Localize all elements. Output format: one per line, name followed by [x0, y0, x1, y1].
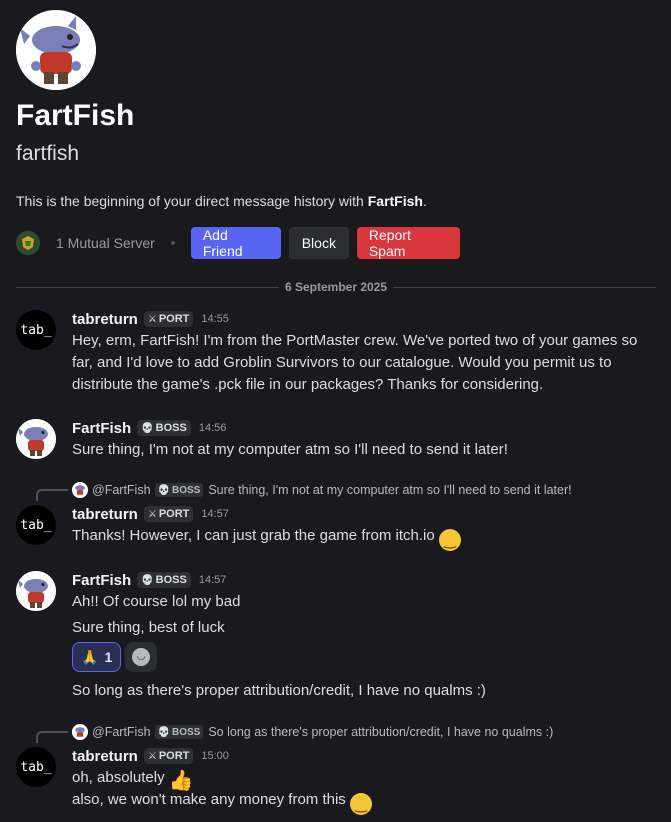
message-content: Sure thing, best of luck [72, 619, 225, 636]
reply-author[interactable]: @FartFish [92, 725, 151, 739]
message-content: Sure thing, I'm not at my computer atm s… [72, 441, 508, 458]
fartfish-avatar[interactable] [16, 571, 56, 611]
message-text: oh, absolutely [72, 769, 165, 786]
message-text: Thanks! However, I can just grab the gam… [72, 527, 435, 544]
message-header: tabreturn ⚔ PORT 14:55 [72, 308, 229, 330]
avatar-text: tab_ [20, 322, 52, 338]
reaction-pray[interactable]: 🙏 1 [72, 642, 122, 672]
author-name[interactable]: tabreturn [72, 311, 138, 328]
role-tag[interactable]: 💀 BOSS [137, 572, 191, 588]
message-content: Hey, erm, FartFish! I'm from the PortMas… [72, 332, 638, 393]
role-tag[interactable]: ⚔ PORT [143, 506, 194, 522]
dm-profile-header: FartFish fartfish This is the beginning … [16, 10, 656, 259]
profile-actions: 1 Mutual Server Add Friend Block Report … [16, 227, 656, 259]
timestamp: 14:57 [201, 508, 229, 520]
reply-author[interactable]: @FartFish [92, 483, 151, 497]
add-friend-button[interactable]: Add Friend [190, 227, 281, 259]
server-icon[interactable] [16, 231, 40, 255]
fartfish-avatar-large[interactable] [16, 10, 96, 90]
fish-avatar-icon [16, 419, 56, 459]
fartfish-mini-avatar [72, 482, 88, 498]
reaction-count: 1 [104, 649, 113, 665]
skull-icon: 💀 [141, 574, 154, 586]
fish-avatar-icon [16, 10, 96, 90]
reply-preview[interactable]: @FartFish 💀 BOSS So long as there's prope… [72, 723, 553, 741]
tabreturn-avatar[interactable]: tab_ [16, 747, 56, 787]
timestamp: 14:55 [201, 313, 229, 325]
tag-label: PORT [158, 508, 190, 520]
intro-name: FartFish [367, 193, 423, 209]
smile-plus-icon: ◡ [132, 648, 151, 666]
dm-intro-text: This is the beginning of your direct mes… [16, 191, 656, 211]
message-header: FartFish 💀 BOSS 14:57 [72, 569, 226, 591]
reply-role-tag: 💀 BOSS [154, 483, 204, 497]
role-tag[interactable]: 💀 BOSS [137, 420, 191, 436]
message-header: FartFish 💀 BOSS 14:56 [72, 417, 226, 439]
mutual-servers-link[interactable]: 1 Mutual Server [56, 235, 155, 251]
tabreturn-avatar[interactable]: tab_ [16, 505, 56, 545]
profile-display-name: FartFish [16, 99, 135, 132]
timestamp: 14:57 [198, 574, 227, 586]
message-content: Thanks! However, I can just grab the gam… [72, 525, 652, 551]
slight-smile-emoji-icon: ‿ [438, 529, 461, 551]
message-content: So long as there's proper attribution/cr… [72, 682, 486, 699]
message-header: tabreturn ⚔ PORT 14:57 [72, 503, 229, 525]
divider-line [393, 286, 656, 288]
role-tag[interactable]: ⚔ PORT [143, 311, 194, 327]
reply-text: Sure thing, I'm not at my computer atm s… [208, 483, 572, 497]
reply-tag-label: BOSS [171, 484, 201, 496]
reply-role-tag: 💀 BOSS [154, 725, 204, 739]
intro-prefix: This is the beginning of your direct mes… [16, 193, 368, 209]
timestamp: 14:56 [198, 422, 227, 434]
message-header: tabreturn ⚔ PORT 15:00 [72, 745, 229, 767]
divider-date: 6 September 2025 [284, 280, 388, 294]
reply-tag-label: BOSS [171, 726, 201, 738]
tag-label: PORT [158, 313, 190, 325]
message-content: Ah!! Of course lol my bad [72, 593, 241, 610]
avatar-text: tab_ [20, 517, 52, 533]
avatar-text: tab_ [20, 759, 52, 775]
tabreturn-avatar[interactable]: tab_ [16, 310, 56, 350]
reactions-bar: 🙏 1 ◡ [72, 642, 158, 672]
author-name[interactable]: FartFish [72, 420, 131, 437]
report-spam-button[interactable]: Report Spam [356, 227, 460, 259]
author-name[interactable]: tabreturn [72, 506, 138, 523]
reply-text: So long as there's proper attribution/cr… [208, 725, 554, 739]
skull-icon: 💀 [157, 484, 170, 496]
sword-icon: ⚔ [147, 313, 157, 325]
divider-line [16, 286, 279, 288]
add-reaction-button[interactable]: ◡ [125, 642, 158, 672]
reply-spine [36, 489, 68, 501]
tag-label: BOSS [155, 574, 187, 586]
message-text: also, we won't make any money from this [72, 791, 346, 808]
fartfish-avatar[interactable] [16, 419, 56, 459]
block-button[interactable]: Block [288, 227, 349, 259]
role-tag[interactable]: ⚔ PORT [143, 748, 194, 764]
timestamp: 15:00 [201, 750, 229, 762]
pray-emoji-icon: 🙏 [81, 648, 99, 665]
author-name[interactable]: FartFish [72, 572, 131, 589]
profile-username: fartfish [16, 142, 80, 165]
tag-label: BOSS [155, 422, 187, 434]
reply-spine [36, 731, 68, 743]
tag-label: PORT [158, 750, 190, 762]
reply-preview[interactable]: @FartFish 💀 BOSS Sure thing, I'm not at m… [72, 481, 572, 499]
sword-icon: ⚔ [147, 508, 157, 520]
message-content: also, we won't make any money from this … [72, 789, 652, 815]
date-divider: 6 September 2025 [16, 279, 656, 295]
skull-icon: 💀 [157, 726, 170, 738]
sword-icon: ⚔ [147, 750, 157, 762]
fish-avatar-icon [16, 571, 56, 611]
author-name[interactable]: tabreturn [72, 748, 138, 765]
separator-dot [170, 241, 175, 245]
fartfish-mini-avatar [72, 724, 88, 740]
skull-icon: 💀 [141, 422, 154, 434]
intro-suffix: . [422, 193, 427, 209]
slight-smile-emoji-icon: ‿ [349, 793, 372, 815]
